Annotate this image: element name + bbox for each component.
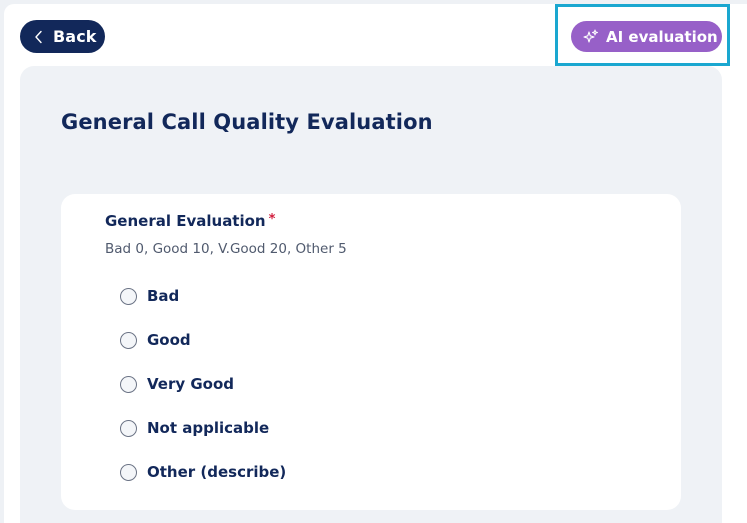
- option-label: Very Good: [147, 375, 235, 393]
- chevron-left-icon: [34, 30, 44, 44]
- radio-button[interactable]: [120, 463, 137, 481]
- ai-evaluation-label: AI evaluation: [606, 27, 718, 46]
- option-other[interactable]: Other (describe): [120, 461, 286, 483]
- option-label: Not applicable: [147, 419, 270, 437]
- option-not-applicable[interactable]: Not applicable: [120, 417, 269, 439]
- page-title: General Call Quality Evaluation: [61, 110, 433, 134]
- question-help-text: Bad 0, Good 10, V.Good 20, Other 5: [105, 241, 347, 257]
- question-label-text: General Evaluation: [105, 212, 266, 230]
- question-label: General Evaluation *: [105, 212, 275, 230]
- option-bad[interactable]: Bad: [120, 285, 179, 307]
- required-asterisk: *: [268, 212, 276, 227]
- radio-button[interactable]: [120, 287, 137, 305]
- back-button[interactable]: Back: [20, 20, 105, 53]
- option-label: Bad: [147, 287, 180, 305]
- option-label: Good: [147, 331, 191, 349]
- option-label: Other (describe): [147, 463, 287, 481]
- option-very-good[interactable]: Very Good: [120, 373, 234, 395]
- back-button-label: Back: [53, 27, 97, 46]
- ai-evaluation-button[interactable]: AI evaluation: [571, 21, 722, 52]
- option-good[interactable]: Good: [120, 329, 191, 351]
- radio-button[interactable]: [120, 375, 137, 393]
- sparkles-icon: [583, 29, 599, 45]
- radio-button[interactable]: [120, 419, 137, 437]
- radio-button[interactable]: [120, 331, 137, 349]
